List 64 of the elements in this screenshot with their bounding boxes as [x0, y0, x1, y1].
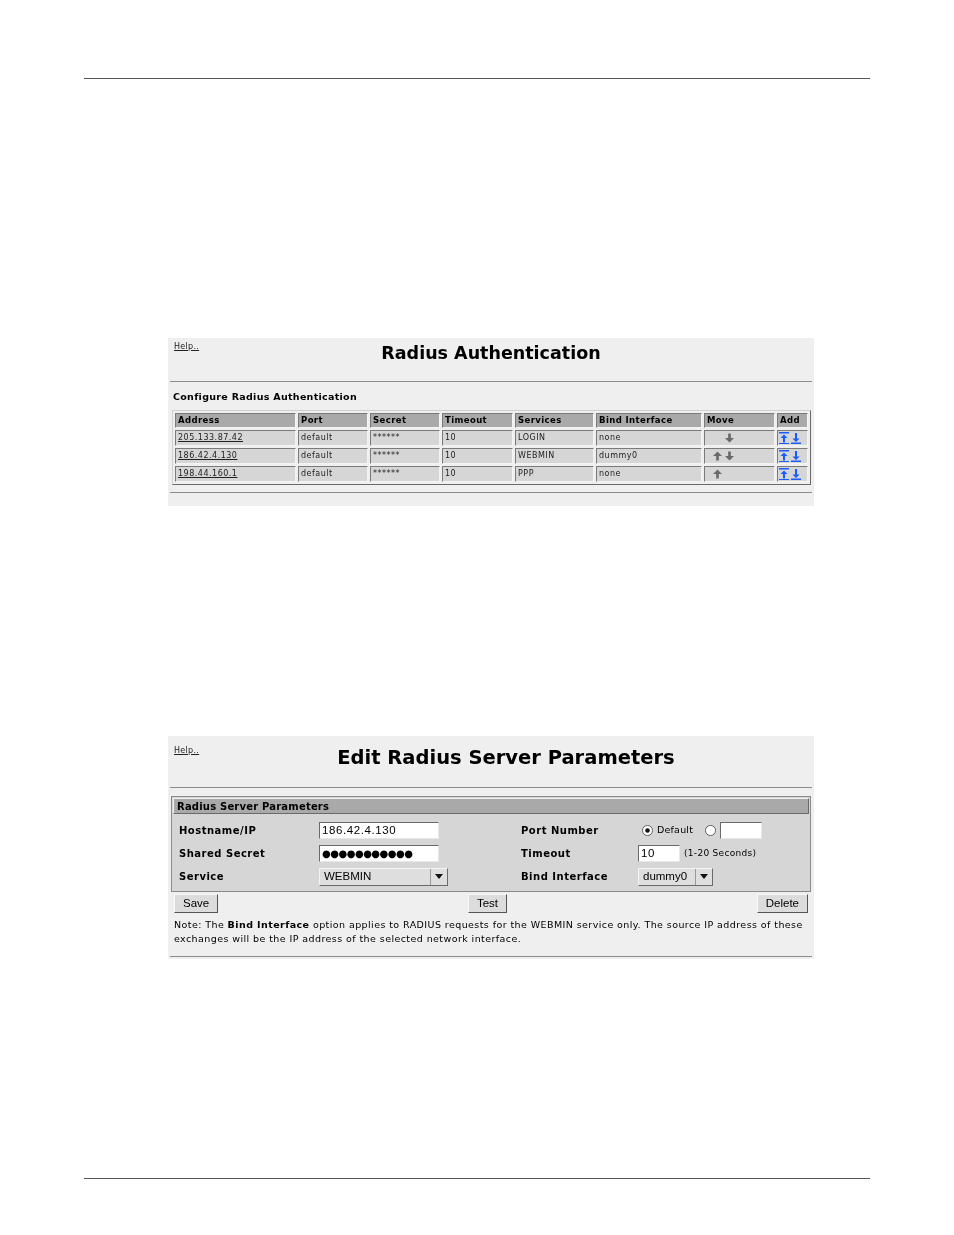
table-cell: 10	[442, 430, 513, 447]
action-button[interactable]: Delete	[756, 894, 808, 913]
table-cell: default	[298, 466, 368, 483]
arrow-down-to-bar-icon[interactable]	[791, 450, 801, 463]
field-label: Hostname/IP	[179, 824, 257, 838]
arrow-up-icon[interactable]	[713, 469, 722, 480]
table-cell: LOGIN	[515, 430, 594, 447]
radio-button[interactable]	[642, 825, 653, 836]
radio-button[interactable]	[705, 825, 717, 836]
input-field[interactable]	[720, 822, 763, 839]
help-link[interactable]: Help..	[174, 745, 200, 757]
column-header: Timeout	[442, 413, 513, 429]
field-label: Timeout	[521, 847, 571, 861]
field-label: Port Number	[521, 824, 599, 838]
field-label: Service	[179, 870, 225, 884]
table-cell: default	[298, 430, 368, 447]
column-header: Services	[515, 413, 594, 429]
table-cell: ******	[370, 448, 440, 465]
dropdown-field[interactable]: dummy0	[638, 867, 713, 886]
note-text: Note: The Bind Interface option applies to RADIUS requests for the WEBMIN service only. The source IP address of these exchanges will be the IP address of the selected network interface.	[173, 918, 804, 946]
address-link[interactable]: 205.133.87.42	[175, 430, 296, 447]
arrow-down-icon[interactable]	[725, 451, 734, 462]
arrow-up-to-bar-icon[interactable]	[779, 432, 789, 445]
column-header: Bind Interface	[596, 413, 702, 429]
section-heading: Configure Radius Authentication	[173, 390, 357, 404]
table-cell: ******	[370, 430, 440, 447]
address-link[interactable]: 186.42.4.130	[175, 448, 296, 465]
action-button[interactable]: Save	[174, 894, 219, 913]
arrow-up-to-bar-icon[interactable]	[779, 468, 789, 481]
column-header: Port	[298, 413, 368, 429]
hint-text: (1-20 Seconds)	[684, 846, 757, 860]
column-header: Address	[175, 413, 296, 429]
section-header: Radius Server Parameters	[173, 798, 809, 814]
dropdown-field[interactable]: WEBMIN	[319, 867, 448, 886]
page-title: Radius Authentication	[381, 342, 601, 365]
field-label: Bind Interface	[521, 870, 608, 884]
field-label: Shared Secret	[179, 847, 266, 861]
address-link[interactable]: 198.44.160.1	[175, 466, 296, 483]
radio-label: Default	[657, 823, 694, 838]
table-cell: dummy0	[596, 448, 702, 465]
table-cell: none	[596, 466, 702, 483]
column-header: Add	[777, 413, 808, 429]
caret-down-icon	[700, 874, 708, 879]
arrow-up-to-bar-icon[interactable]	[779, 450, 789, 463]
table-cell: 10	[442, 466, 513, 483]
page-title: Edit Radius Server Parameters	[337, 745, 675, 771]
text-field[interactable]: 186.42.4.130	[319, 822, 439, 839]
password-field[interactable]: ●●●●●●●●●●●	[319, 845, 439, 862]
table-cell: PPP	[515, 466, 594, 483]
text-field[interactable]: 10	[638, 845, 680, 862]
table-cell: 10	[442, 448, 513, 465]
caret-down-icon	[435, 874, 443, 879]
column-header: Secret	[370, 413, 440, 429]
table-cell: default	[298, 448, 368, 465]
action-button[interactable]: Test	[467, 894, 508, 913]
table-cell: ******	[370, 466, 440, 483]
table-cell: WEBMIN	[515, 448, 594, 465]
arrow-down-to-bar-icon[interactable]	[791, 432, 801, 445]
arrow-down-to-bar-icon[interactable]	[791, 468, 801, 481]
table-cell: none	[596, 430, 702, 447]
arrow-down-icon[interactable]	[725, 433, 734, 444]
help-link[interactable]: Help..	[174, 341, 200, 353]
column-header: Move	[704, 413, 775, 429]
arrow-up-icon[interactable]	[713, 451, 722, 462]
